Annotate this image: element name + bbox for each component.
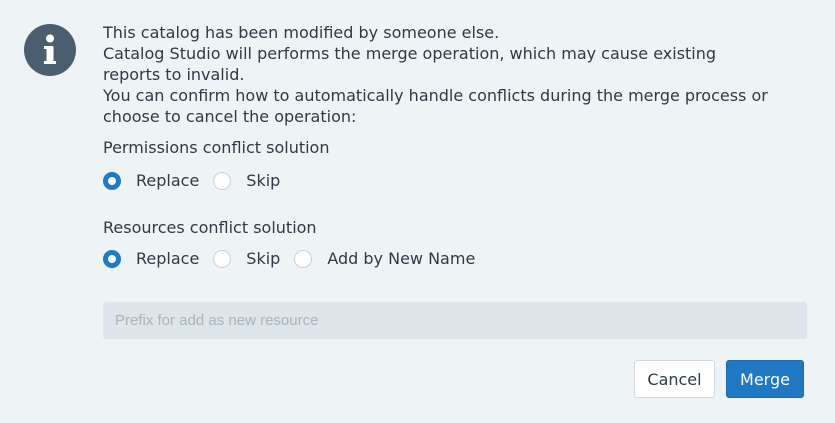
radio-label: Skip <box>246 249 281 268</box>
permissions-radio-group: Replace Skip <box>103 166 808 196</box>
resources-radio-group: Replace Skip Add by New Name <box>103 244 808 274</box>
resources-replace-radio[interactable] <box>103 250 121 268</box>
permissions-skip-radio[interactable] <box>213 172 232 190</box>
resources-skip-radio[interactable] <box>213 250 232 268</box>
permissions-replace-radio[interactable] <box>103 172 121 190</box>
message-line: Catalog Studio will performs the merge o… <box>103 44 717 63</box>
merge-button[interactable]: Merge <box>726 360 804 398</box>
prefix-input[interactable] <box>103 302 807 339</box>
merge-conflict-dialog: This catalog has been modified by someon… <box>0 0 835 423</box>
resources-replace-option[interactable]: Replace <box>103 249 199 269</box>
resources-add-by-new-name-option[interactable]: Add by New Name <box>294 249 475 269</box>
permissions-skip-option[interactable]: Skip <box>213 171 280 191</box>
info-icon <box>24 24 76 76</box>
resources-conflict-label: Resources conflict solution <box>103 218 317 237</box>
resources-skip-option[interactable]: Skip <box>213 249 280 269</box>
radio-label: Replace <box>136 249 200 268</box>
message-line: reports to invalid. <box>103 65 245 84</box>
permissions-conflict-label: Permissions conflict solution <box>103 138 330 157</box>
radio-label: Replace <box>136 171 200 190</box>
message-line: This catalog has been modified by someon… <box>103 23 500 42</box>
permissions-replace-option[interactable]: Replace <box>103 171 199 191</box>
message-line: You can confirm how to automatically han… <box>103 86 768 105</box>
dialog-content: This catalog has been modified by someon… <box>103 22 808 274</box>
radio-label: Skip <box>246 171 281 190</box>
resources-add-by-new-name-radio[interactable] <box>294 250 313 268</box>
radio-label: Add by New Name <box>327 249 476 268</box>
message-line: choose to cancel the operation: <box>103 107 357 126</box>
cancel-button[interactable]: Cancel <box>634 360 715 398</box>
